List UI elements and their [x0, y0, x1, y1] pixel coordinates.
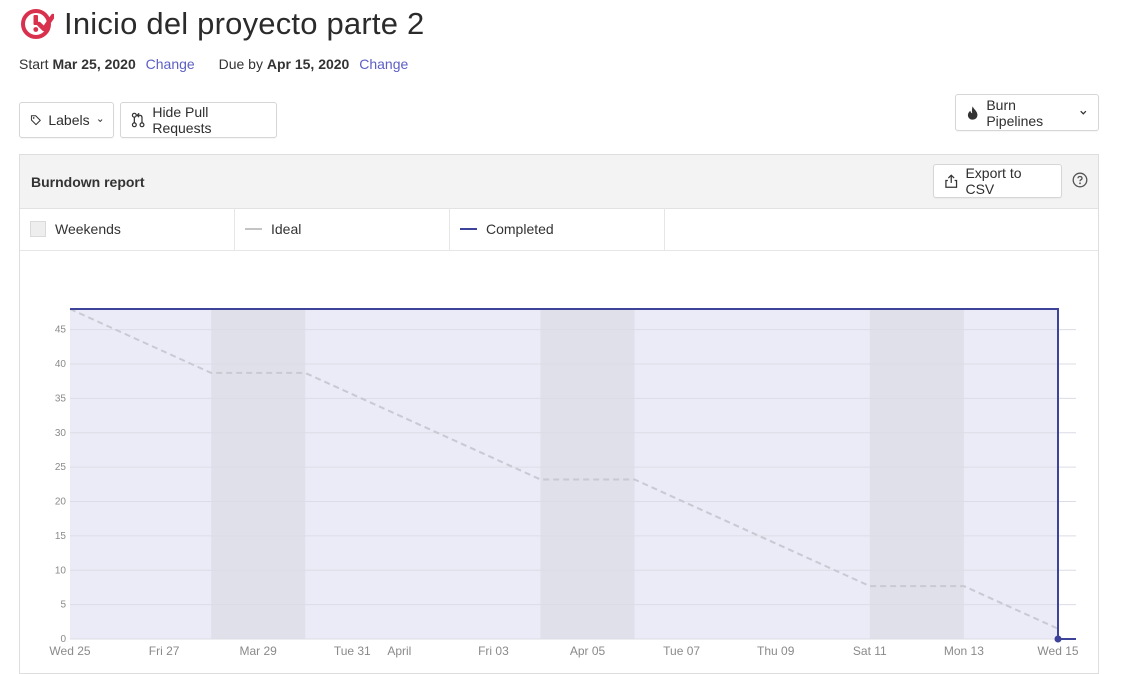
y-tick-label: 30 — [55, 428, 67, 439]
y-tick-label: 45 — [55, 325, 67, 336]
pull-request-icon — [131, 112, 145, 128]
x-tick-label: Fri 03 — [478, 644, 509, 658]
y-tick-label: 35 — [55, 393, 67, 404]
legend-ideal[interactable]: Ideal — [235, 208, 450, 250]
weekend-band — [540, 309, 635, 639]
x-tick-label: April — [387, 644, 411, 658]
hide-pull-requests-button[interactable]: Hide Pull Requests — [120, 102, 277, 138]
export-csv-button[interactable]: Export to CSV — [933, 164, 1062, 198]
x-tick-label: Tue 31 — [334, 644, 371, 658]
labels-button-label: Labels — [48, 112, 90, 128]
export-csv-label: Export to CSV — [965, 165, 1022, 197]
completed-point — [1054, 635, 1062, 643]
y-tick-label: 5 — [60, 600, 66, 611]
legend-spacer — [668, 208, 1098, 251]
due-label: Due by — [218, 56, 263, 72]
hide-pull-requests-label: Hide Pull Requests — [152, 104, 212, 136]
export-icon — [945, 174, 958, 188]
weekend-band — [869, 309, 964, 639]
legend-weekends[interactable]: Weekends — [20, 208, 235, 250]
change-start-link[interactable]: Change — [146, 56, 195, 72]
completed-swatch — [460, 228, 477, 230]
weekend-band — [211, 309, 306, 639]
help-icon[interactable] — [1072, 172, 1088, 188]
x-tick-label: Mar 29 — [240, 644, 278, 658]
x-tick-label: Tue 07 — [663, 644, 700, 658]
legend-ideal-label: Ideal — [271, 221, 302, 237]
title-row: Inicio del proyecto parte 2 — [20, 6, 424, 42]
chart-legend: Weekends Ideal Completed — [20, 208, 668, 251]
y-tick-label: 15 — [55, 531, 67, 542]
milestone-dates: Start Mar 25, 2020 Change Due by Apr 15,… — [19, 56, 408, 72]
tag-icon — [30, 115, 41, 126]
y-tick-label: 40 — [55, 359, 67, 370]
report-title: Burndown report — [31, 174, 145, 190]
x-tick-label: Thu 09 — [757, 644, 795, 658]
legend-weekends-label: Weekends — [55, 221, 121, 237]
weekends-swatch — [30, 221, 46, 237]
x-tick-label: Mon 13 — [944, 644, 984, 658]
y-tick-label: 10 — [55, 565, 67, 576]
start-label: Start — [19, 56, 49, 72]
flame-icon — [967, 105, 978, 120]
chevron-down-icon — [97, 118, 103, 122]
x-tick-label: Apr 05 — [570, 644, 606, 658]
chevron-down-icon — [1080, 110, 1087, 115]
y-tick-label: 20 — [55, 497, 67, 508]
due-date: Apr 15, 2020 — [266, 56, 350, 72]
page-title: Inicio del proyecto parte 2 — [64, 6, 425, 41]
burndown-chart: 051015202530354045Wed 25 Fri 27 Mar 29 Tue … — [49, 308, 1079, 658]
x-tick-label: Sat 11 — [853, 644, 887, 658]
burn-pipelines-label: Burn Pipelines — [986, 96, 1044, 129]
labels-button[interactable]: Labels — [19, 102, 114, 138]
y-tick-label: 25 — [55, 462, 67, 473]
legend-completed-label: Completed — [486, 221, 554, 237]
x-tick-label: Fri 27 — [149, 644, 180, 658]
x-tick-label: Wed 15 — [1037, 644, 1078, 658]
ideal-swatch — [245, 228, 262, 230]
x-tick-label: Wed 25 — [49, 644, 90, 658]
legend-completed[interactable]: Completed — [450, 208, 665, 250]
change-due-link[interactable]: Change — [359, 56, 408, 72]
start-date: Mar 25, 2020 — [52, 56, 136, 72]
milestone-check-icon — [21, 9, 54, 39]
burn-pipelines-button[interactable]: Burn Pipelines — [955, 94, 1099, 131]
